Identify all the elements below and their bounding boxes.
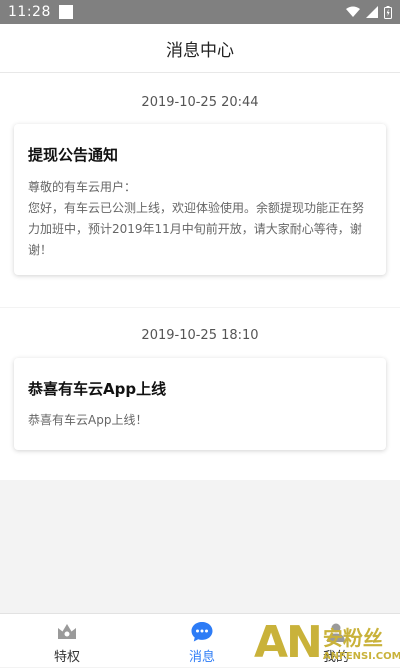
message-title: 恭喜有车云App上线 xyxy=(28,380,167,398)
status-icons xyxy=(346,5,392,19)
message-line: 尊敬的有车云用户： xyxy=(28,180,137,194)
tab-messages[interactable]: 消息 xyxy=(162,614,242,667)
watermark-side: 安粉丝 ANFENSI.COM xyxy=(323,622,400,662)
tab-label: 特权 xyxy=(53,650,80,665)
message-timestamp: 2019-10-25 18:10 xyxy=(141,328,259,343)
watermark-brand: AN xyxy=(254,616,323,668)
battery-icon xyxy=(384,5,392,19)
wifi-icon xyxy=(346,6,360,17)
message-title: 提现公告通知 xyxy=(28,146,119,164)
tab-label: 消息 xyxy=(188,650,215,665)
message-card[interactable]: 提现公告通知 尊敬的有车云用户： 您好，有车云已公测上线，欢迎体验使用。余额提现… xyxy=(14,124,386,275)
message-line: 谢！ xyxy=(28,243,53,257)
crown-icon xyxy=(58,624,76,639)
page-title: 消息中心 xyxy=(166,40,234,61)
notification-icon xyxy=(58,5,73,19)
header: 消息中心 xyxy=(0,24,400,73)
message-item: 2019-10-25 18:10 恭喜有车云App上线 恭喜有车云App上线！ xyxy=(0,308,400,480)
message-item: 2019-10-25 20:44 提现公告通知 尊敬的有车云用户： 您好，有车云… xyxy=(0,73,400,307)
tab-privileges[interactable]: 特权 xyxy=(27,614,107,667)
message-card[interactable]: 恭喜有车云App上线 恭喜有车云App上线！ xyxy=(14,358,386,450)
message-body: 尊敬的有车云用户： 您好，有车云已公测上线，欢迎体验使用。余额提现功能正在努 力… xyxy=(28,177,372,261)
status-time: 11:28 xyxy=(8,4,51,20)
status-bar: 11:28 xyxy=(0,0,400,24)
watermark-logo: AN 安粉丝 ANFENSI.COM xyxy=(254,616,400,668)
chat-icon xyxy=(191,622,213,642)
watermark-url: ANFENSI.COM xyxy=(322,651,400,662)
message-line: 恭喜有车云App上线！ xyxy=(28,413,148,427)
message-line: 您好，有车云已公测上线，欢迎体验使用。余额提现功能正在努 xyxy=(28,201,365,215)
message-timestamp: 2019-10-25 20:44 xyxy=(141,95,259,110)
signal-icon xyxy=(366,6,378,18)
watermark-cn: 安粉丝 xyxy=(322,626,383,650)
message-line: 力加班中，预计2019年11月中旬前开放，请大家耐心等待，谢 xyxy=(28,222,362,236)
message-list: 2019-10-25 20:44 提现公告通知 尊敬的有车云用户： 您好，有车云… xyxy=(0,73,400,613)
message-body: 恭喜有车云App上线！ xyxy=(28,410,372,431)
